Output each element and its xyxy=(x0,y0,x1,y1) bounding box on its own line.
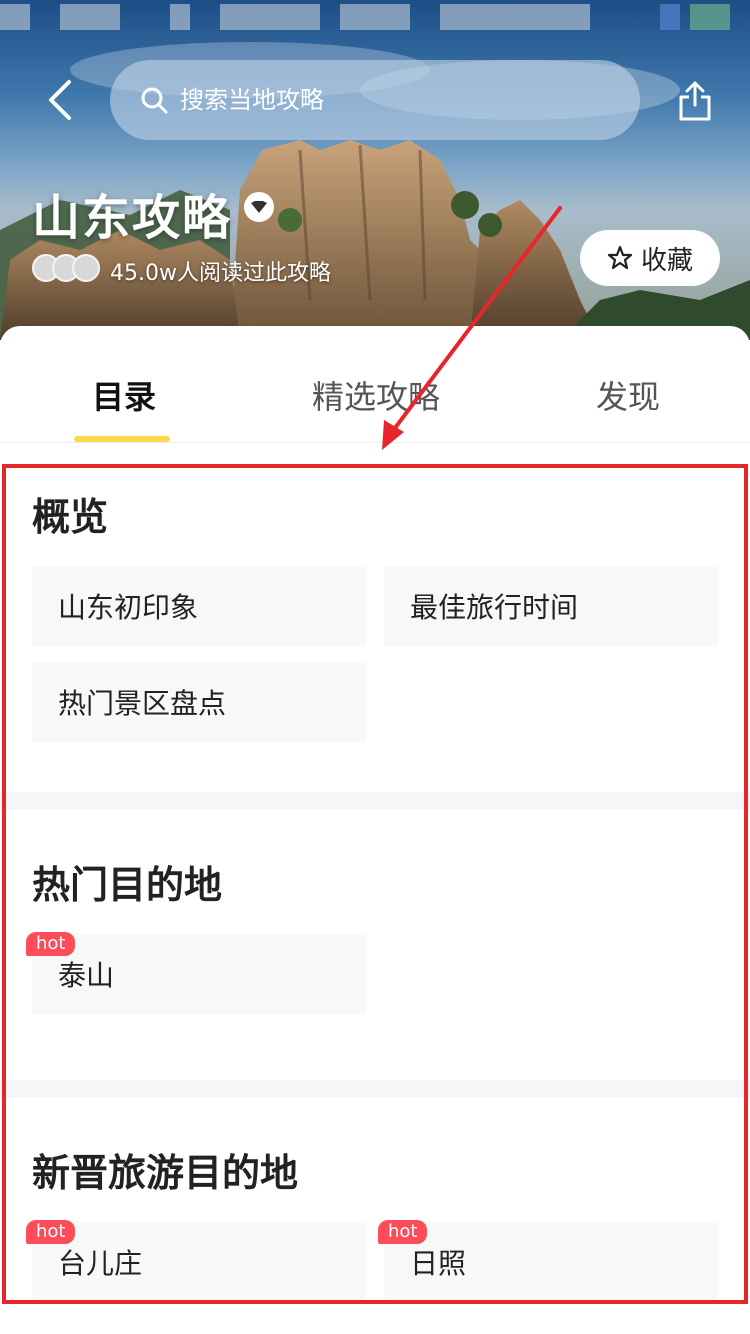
content-panel: 目录 精选攻略 发现 概览 山东初印象 最佳旅行时间 热门景区盘点 热门目的地 … xyxy=(0,326,750,1334)
tab-indicator xyxy=(74,436,170,442)
list-item[interactable]: 热门景区盘点 xyxy=(32,662,366,742)
hot-badge: hot xyxy=(378,1220,428,1244)
back-arrow-icon xyxy=(49,80,71,120)
page-title: 山东攻略 xyxy=(32,190,233,246)
search-icon xyxy=(141,87,168,114)
item-label: 泰山 xyxy=(58,959,115,992)
favorite-label: 收藏 xyxy=(640,245,693,276)
tab-discover[interactable]: 发现 xyxy=(596,372,660,418)
verified-badge xyxy=(244,192,274,222)
item-label: 日照 xyxy=(410,1247,467,1280)
list-item[interactable]: hot 日照 xyxy=(378,1220,718,1302)
hero-banner: 山东攻略 45.0w人阅读过此攻略 收藏 xyxy=(0,0,750,340)
share-icon xyxy=(679,81,711,121)
item-label: 台儿庄 xyxy=(58,1247,143,1280)
item-label: 山东初印象 xyxy=(58,591,199,624)
item-label: 热门景区盘点 xyxy=(58,687,227,720)
section-title-overview: 概览 xyxy=(32,495,109,539)
share-button[interactable] xyxy=(668,74,722,128)
hot-badge: hot xyxy=(26,1220,76,1244)
read-count: 45.0w人阅读过此攻略 xyxy=(110,261,331,286)
list-item[interactable]: 最佳旅行时间 xyxy=(384,566,718,646)
status-bar xyxy=(0,0,750,36)
section-title-popular: 热门目的地 xyxy=(32,863,223,907)
star-icon xyxy=(607,245,633,270)
list-item[interactable]: hot 台儿庄 xyxy=(26,1220,366,1302)
hot-badge: hot xyxy=(26,932,76,956)
search-input[interactable] xyxy=(178,85,562,115)
list-item[interactable]: hot 泰山 xyxy=(26,932,366,1014)
avatar xyxy=(72,254,100,282)
tab-featured-guides[interactable]: 精选攻略 xyxy=(312,372,440,418)
tab-catalog[interactable]: 目录 xyxy=(92,372,156,418)
section-divider xyxy=(0,792,750,810)
section-title-new: 新晋旅游目的地 xyxy=(32,1151,299,1195)
tab-bar: 目录 精选攻略 发现 xyxy=(0,326,750,443)
list-item[interactable]: 山东初印象 xyxy=(32,566,366,646)
back-button[interactable] xyxy=(34,74,84,126)
section-divider xyxy=(0,1080,750,1098)
mountain-photo xyxy=(0,42,750,340)
favorite-button[interactable]: 收藏 xyxy=(580,230,720,286)
verified-icon xyxy=(251,201,267,213)
reader-avatars xyxy=(32,254,102,284)
item-label: 最佳旅行时间 xyxy=(410,591,579,624)
search-bar[interactable] xyxy=(110,60,640,140)
